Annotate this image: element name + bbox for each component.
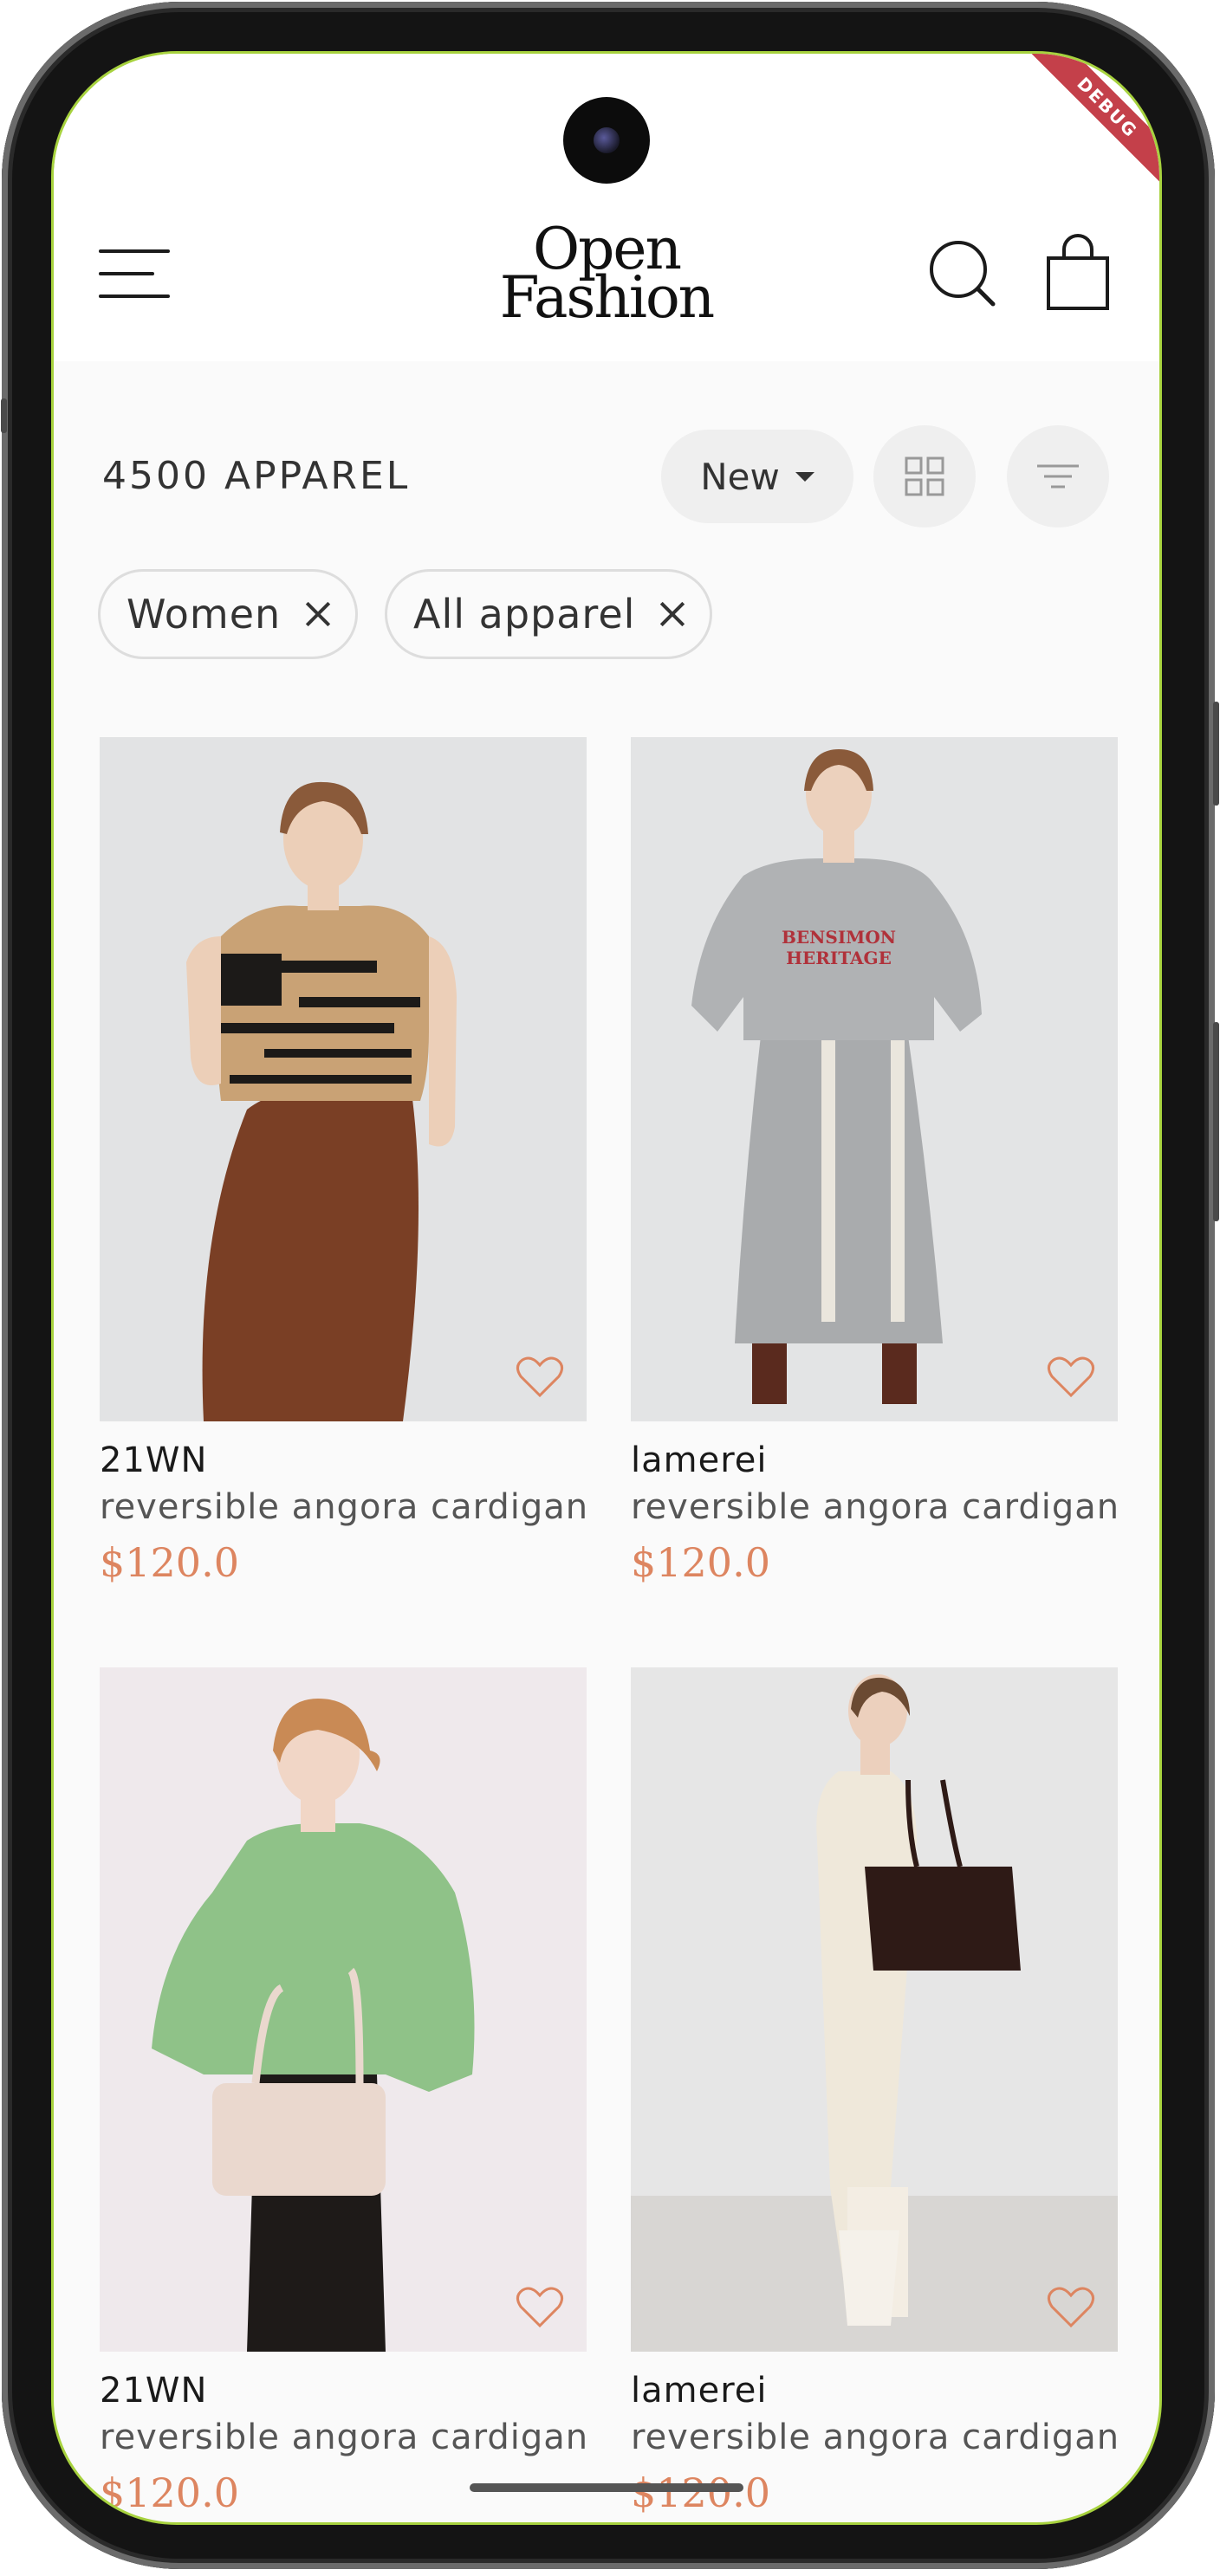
product-brand: lamerei: [631, 1440, 768, 1480]
product-price: $120.0: [631, 1539, 770, 1586]
chip-label: All apparel: [413, 591, 636, 638]
front-camera: [563, 97, 650, 184]
result-count: 4500 APPAREL: [102, 454, 411, 498]
chevron-down-icon: [795, 471, 814, 482]
svg-text:BENSIMON: BENSIMON: [782, 927, 896, 948]
phone-side-button: [1213, 702, 1219, 806]
product-image[interactable]: [100, 1667, 587, 2352]
product-card[interactable]: BENSIMON HERITAGE lamerei reversible ang…: [631, 737, 1120, 1593]
product-image[interactable]: BENSIMON HERITAGE: [631, 737, 1118, 1421]
menu-icon[interactable]: [99, 248, 170, 300]
product-image[interactable]: [631, 1667, 1118, 2352]
product-brand: 21WN: [100, 2371, 208, 2411]
product-name: reversible angora cardigan: [631, 1487, 1120, 1527]
chip-label: Women: [127, 591, 282, 638]
phone-side-button: [1213, 1022, 1219, 1221]
heart-icon[interactable]: [516, 2286, 564, 2329]
phone-side-button: [1, 398, 7, 433]
product-price: $120.0: [631, 2469, 770, 2516]
product-card[interactable]: lamerei reversible angora cardigan $120.…: [631, 1667, 1120, 2522]
home-indicator[interactable]: [470, 2483, 743, 2492]
heart-icon[interactable]: [1047, 1356, 1095, 1399]
svg-text:HERITAGE: HERITAGE: [786, 948, 892, 968]
logo-text-fashion: Fashion: [499, 264, 715, 331]
sort-dropdown[interactable]: New: [661, 430, 853, 523]
grid-view-button[interactable]: [873, 425, 976, 527]
product-price: $120.0: [100, 2469, 239, 2516]
product-name: reversible angora cardigan: [100, 1487, 589, 1527]
product-name: reversible angora cardigan: [100, 2417, 589, 2457]
app-logo: Open Fashion: [477, 221, 737, 342]
filter-icon: [1037, 464, 1079, 489]
close-icon[interactable]: [305, 601, 331, 627]
sort-label: New: [700, 455, 780, 498]
filter-chip-all-apparel[interactable]: All apparel: [385, 569, 713, 659]
heart-icon[interactable]: [1047, 2286, 1095, 2329]
product-price: $120.0: [100, 1539, 239, 1586]
product-card[interactable]: 21WN reversible angora cardigan $120.0: [100, 1667, 587, 2522]
product-image[interactable]: [100, 737, 587, 1421]
product-name: reversible angora cardigan: [631, 2417, 1120, 2457]
product-brand: 21WN: [100, 1440, 208, 1480]
filter-button[interactable]: [1007, 425, 1109, 527]
grid-view-icon: [905, 456, 944, 496]
close-icon[interactable]: [659, 601, 685, 627]
heart-icon[interactable]: [516, 1356, 564, 1399]
filter-chip-women[interactable]: Women: [98, 569, 359, 659]
search-icon[interactable]: [927, 238, 998, 309]
product-brand: lamerei: [631, 2371, 768, 2411]
product-card[interactable]: 21WN reversible angora cardigan $120.0: [100, 737, 587, 1593]
shopping-bag-icon[interactable]: [1045, 234, 1111, 312]
app-screen: DEBUG Open Fashion 4500 APPAREL New Wome…: [54, 54, 1159, 2522]
